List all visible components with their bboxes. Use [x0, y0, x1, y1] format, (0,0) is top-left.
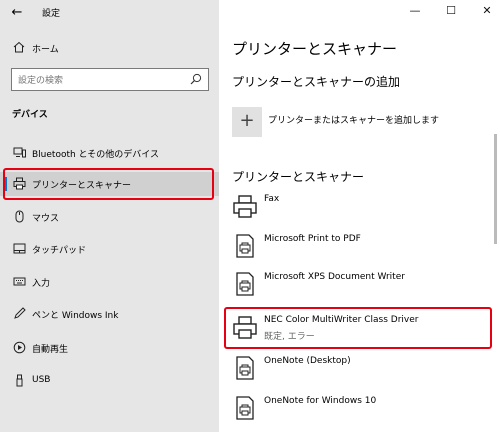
- printer-item-pdf[interactable]: Microsoft Print to PDF: [232, 230, 487, 266]
- printer-name: Microsoft XPS Document Writer: [264, 272, 405, 282]
- document-printer-icon: [236, 396, 254, 420]
- sidebar-item-label: 入力: [32, 279, 51, 289]
- document-printer-icon: [236, 272, 254, 296]
- sidebar-item-input[interactable]: 入力: [0, 270, 219, 294]
- sidebar-item-bluetooth[interactable]: Bluetooth とその他のデバイス: [0, 141, 219, 165]
- printer-name: Fax: [264, 194, 280, 204]
- printer-item-onenote-desktop[interactable]: OneNote (Desktop): [232, 352, 487, 388]
- sidebar-item-usb[interactable]: USB: [0, 369, 219, 393]
- printer-name: OneNote (Desktop): [264, 356, 351, 366]
- sidebar-item-label: Bluetooth とその他のデバイス: [32, 150, 160, 160]
- section-title: デバイス: [12, 110, 48, 120]
- plus-icon: +: [239, 110, 255, 131]
- pen-icon: [14, 307, 26, 319]
- printer-item-fax[interactable]: Fax: [232, 190, 487, 226]
- sidebar: ← 設定 ホーム 設定の検索 デバイス Bluetooth とその他のデバイス …: [0, 0, 219, 432]
- sidebar-item-label: USB: [32, 375, 51, 385]
- search-input[interactable]: 設定の検索: [11, 68, 209, 91]
- bluetooth-devices-icon: [13, 147, 26, 158]
- printer-list-title: プリンターとスキャナー: [232, 170, 365, 184]
- search-placeholder: 設定の検索: [18, 76, 64, 86]
- back-arrow-icon[interactable]: ←: [8, 4, 26, 22]
- printer-item-xps[interactable]: Microsoft XPS Document Writer: [232, 268, 487, 304]
- minimize-icon[interactable]: —: [406, 4, 424, 18]
- sidebar-item-touchpad[interactable]: タッチパッド: [0, 237, 219, 261]
- home-icon: [13, 41, 25, 53]
- add-section-title: プリンターとスキャナーの追加: [232, 75, 401, 89]
- printer-item-onenote-win10[interactable]: OneNote for Windows 10: [232, 392, 487, 428]
- sidebar-item-label: ホーム: [32, 45, 59, 55]
- document-printer-icon: [236, 234, 254, 258]
- printer-name: OneNote for Windows 10: [264, 396, 377, 406]
- autoplay-icon: [13, 341, 26, 354]
- printer-name: Microsoft Print to PDF: [264, 234, 361, 244]
- search-icon: [190, 73, 202, 85]
- sidebar-item-label: 自動再生: [32, 345, 69, 355]
- page-title: プリンターとスキャナー: [232, 40, 398, 58]
- sidebar-item-autoplay[interactable]: 自動再生: [0, 336, 219, 360]
- title-bar: ← 設定: [0, 0, 219, 26]
- sidebar-item-label: マウス: [32, 214, 60, 224]
- usb-icon: [16, 374, 23, 387]
- mouse-icon: [15, 210, 24, 223]
- document-printer-icon: [236, 356, 254, 380]
- printer-icon: [233, 195, 257, 218]
- touchpad-icon: [13, 243, 26, 254]
- sidebar-item-mouse[interactable]: マウス: [0, 205, 219, 229]
- maximize-icon[interactable]: ☐: [442, 4, 460, 18]
- scrollbar[interactable]: [494, 26, 498, 428]
- highlight-box: [224, 307, 492, 349]
- sidebar-item-label: タッチパッド: [32, 246, 87, 256]
- keyboard-icon: [13, 277, 26, 286]
- sidebar-item-pen[interactable]: ペンと Windows Ink: [0, 302, 219, 326]
- sidebar-item-label: ペンと Windows Ink: [32, 311, 119, 321]
- close-icon[interactable]: ✕: [478, 4, 496, 18]
- scrollbar-thumb[interactable]: [494, 134, 497, 244]
- highlight-box: [3, 168, 214, 200]
- add-printer-button[interactable]: +: [232, 107, 262, 137]
- app-title: 設定: [42, 9, 61, 19]
- add-printer-label[interactable]: プリンターまたはスキャナーを追加します: [268, 113, 439, 126]
- sidebar-item-home[interactable]: ホーム: [0, 38, 219, 60]
